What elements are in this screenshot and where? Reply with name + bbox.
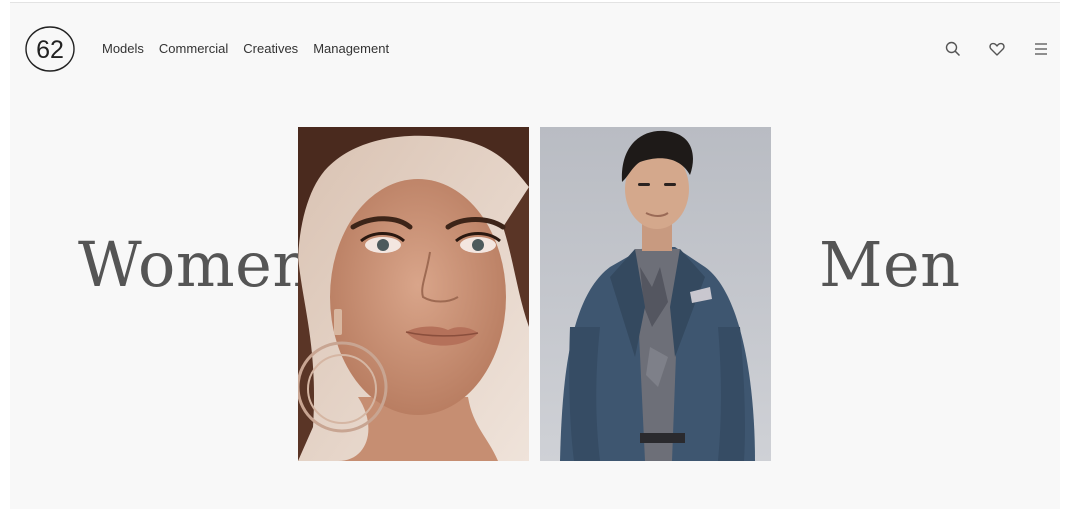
women-label[interactable]: Women (78, 234, 313, 296)
search-icon[interactable] (944, 40, 962, 58)
men-photo[interactable] (540, 127, 771, 461)
nav-item-management[interactable]: Management (313, 41, 389, 56)
main-nav: Models Commercial Creatives Management (102, 41, 389, 56)
nav-item-models[interactable]: Models (102, 41, 144, 56)
header-icons (944, 40, 1050, 58)
logo[interactable]: 62 (24, 25, 76, 73)
logo-text: 62 (36, 36, 64, 64)
heart-icon[interactable] (988, 40, 1006, 58)
menu-icon[interactable] (1032, 40, 1050, 58)
nav-item-commercial[interactable]: Commercial (159, 41, 228, 56)
men-label[interactable]: Men (819, 234, 961, 296)
page: 62 Models Commercial Creatives Managemen… (10, 2, 1060, 509)
women-photo[interactable] (298, 127, 529, 461)
nav-item-creatives[interactable]: Creatives (243, 41, 298, 56)
